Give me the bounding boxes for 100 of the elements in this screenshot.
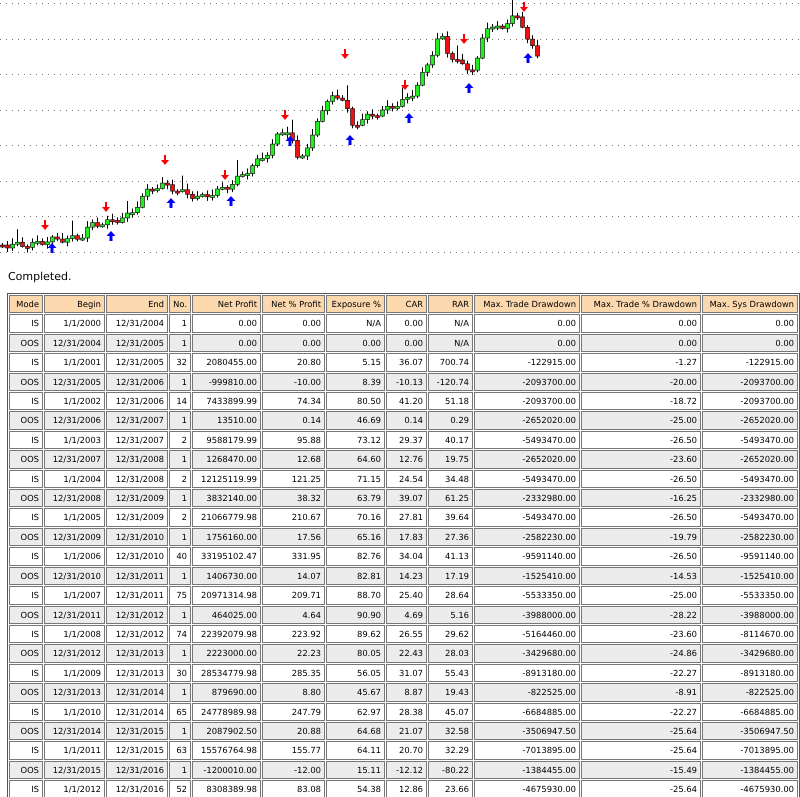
up-arrow-icon	[346, 135, 354, 145]
column-header: Max. Trade % Drawdown	[581, 295, 701, 314]
table-cell: 34.48	[428, 470, 473, 488]
table-cell: -2582230.00	[702, 528, 798, 546]
table-cell: -3429680.00	[702, 644, 798, 663]
table-cell: 15576764.98	[192, 741, 261, 760]
table-cell: 64.60	[326, 450, 385, 469]
table-cell: IS	[9, 470, 43, 488]
table-cell: 28.38	[386, 702, 427, 721]
table-cell: -2652020.00	[474, 450, 580, 469]
table-cell: 61.25	[428, 489, 473, 508]
table-cell: 1/1/2005	[44, 508, 105, 527]
table-cell: 71.15	[326, 470, 385, 488]
table-cell: -1384455.00	[702, 760, 798, 780]
table-cell: 39.07	[386, 489, 427, 508]
table-cell: 56.05	[326, 664, 385, 682]
table-cell: 1	[169, 489, 191, 508]
table-cell: 12/31/2015	[106, 722, 168, 740]
up-arrow-icon	[166, 198, 176, 208]
table-cell: 12/31/2016	[106, 760, 168, 780]
table-cell: 73.12	[326, 430, 385, 450]
table-cell: 1	[169, 760, 191, 780]
table-cell: IS	[9, 353, 43, 372]
table-cell: 2087902.50	[192, 722, 261, 740]
up-arrow-icon	[48, 243, 56, 253]
table-cell: -26.50	[581, 508, 701, 527]
table-cell: 45.67	[326, 683, 385, 702]
table-cell: 14.07	[262, 566, 325, 586]
table-cell: -4675930.00	[702, 780, 798, 797]
table-cell: 64.68	[326, 722, 385, 740]
table-cell: 12/31/2012	[44, 644, 105, 663]
table-cell: 879690.00	[192, 683, 261, 702]
table-cell: -25.64	[581, 741, 701, 760]
table-cell: -23.60	[581, 450, 701, 469]
table-cell: 2223000.00	[192, 644, 261, 663]
table-cell: -5493470.00	[474, 508, 580, 527]
table-cell: 1/1/2003	[44, 430, 105, 450]
table-cell: 0.00	[702, 314, 798, 333]
table-cell: -120.74	[428, 372, 473, 392]
table-cell: -16.25	[581, 489, 701, 508]
table-cell: 1406730.00	[192, 566, 261, 586]
table-cell: OOS	[9, 411, 43, 430]
table-cell: 22392079.98	[192, 624, 261, 644]
table-cell: 1/1/2010	[44, 702, 105, 721]
table-cell: 12/31/2007	[106, 411, 168, 430]
table-cell: 12/31/2012	[106, 606, 168, 624]
table-cell: 2	[169, 430, 191, 450]
table-cell: 74.34	[262, 392, 325, 410]
table-cell: 15.11	[326, 760, 385, 780]
table-cell: 17.83	[386, 528, 427, 546]
up-arrow-icon	[404, 113, 414, 123]
table-cell: 1	[169, 528, 191, 546]
table-cell: 12/31/2011	[44, 606, 105, 624]
table-cell: 0.29	[428, 411, 473, 430]
table-cell: 45.07	[428, 702, 473, 721]
table-cell: 41.13	[428, 547, 473, 566]
table-cell: -23.60	[581, 624, 701, 644]
table-cell: 1/1/2008	[44, 624, 105, 644]
table-cell: 41.20	[386, 392, 427, 410]
table-cell: 90.90	[326, 606, 385, 624]
column-header: Exposure %	[326, 295, 385, 314]
table-cell: 12/31/2009	[106, 508, 168, 527]
table-cell: 32.29	[428, 741, 473, 760]
table-cell: -9591140.00	[474, 547, 580, 566]
table-cell: 63	[169, 741, 191, 760]
table-cell: 32.58	[428, 722, 473, 740]
table-cell: -22.27	[581, 702, 701, 721]
table-cell: -2332980.00	[702, 489, 798, 508]
table-cell: 5.15	[326, 353, 385, 372]
table-cell: 12/31/2005	[106, 334, 168, 352]
down-arrow-icon	[401, 80, 409, 90]
table-cell: 700.74	[428, 353, 473, 372]
table-cell: 12/31/2010	[106, 547, 168, 566]
table-cell: IS	[9, 392, 43, 410]
table-cell: 1/1/2006	[44, 547, 105, 566]
table-cell: OOS	[9, 722, 43, 740]
table-cell: OOS	[9, 606, 43, 624]
table-cell: 1	[169, 683, 191, 702]
table-cell: 3832140.00	[192, 489, 261, 508]
table-cell: -2652020.00	[702, 411, 798, 430]
table-cell: 83.08	[262, 780, 325, 797]
table-cell: 1268470.00	[192, 450, 261, 469]
table-cell: 2	[169, 508, 191, 527]
table-cell: -2582230.00	[474, 528, 580, 546]
table-cell: 4.69	[386, 606, 427, 624]
table-cell: -18.72	[581, 392, 701, 410]
table-cell: -999810.00	[192, 372, 261, 392]
table-cell: 1	[169, 644, 191, 663]
up-arrow-icon	[464, 83, 474, 93]
table-cell: 74	[169, 624, 191, 644]
table-cell: 32	[169, 353, 191, 372]
table-cell: 14.23	[386, 566, 427, 586]
table-cell: -10.13	[386, 372, 427, 392]
table-cell: 8.39	[326, 372, 385, 392]
table-cell: -3988000.00	[474, 606, 580, 624]
table-cell: 0.00	[262, 314, 325, 333]
table-cell: 34.04	[386, 547, 427, 566]
table-cell: 1/1/2007	[44, 586, 105, 604]
down-arrow-icon	[221, 170, 229, 180]
table-cell: -5493470.00	[702, 430, 798, 450]
